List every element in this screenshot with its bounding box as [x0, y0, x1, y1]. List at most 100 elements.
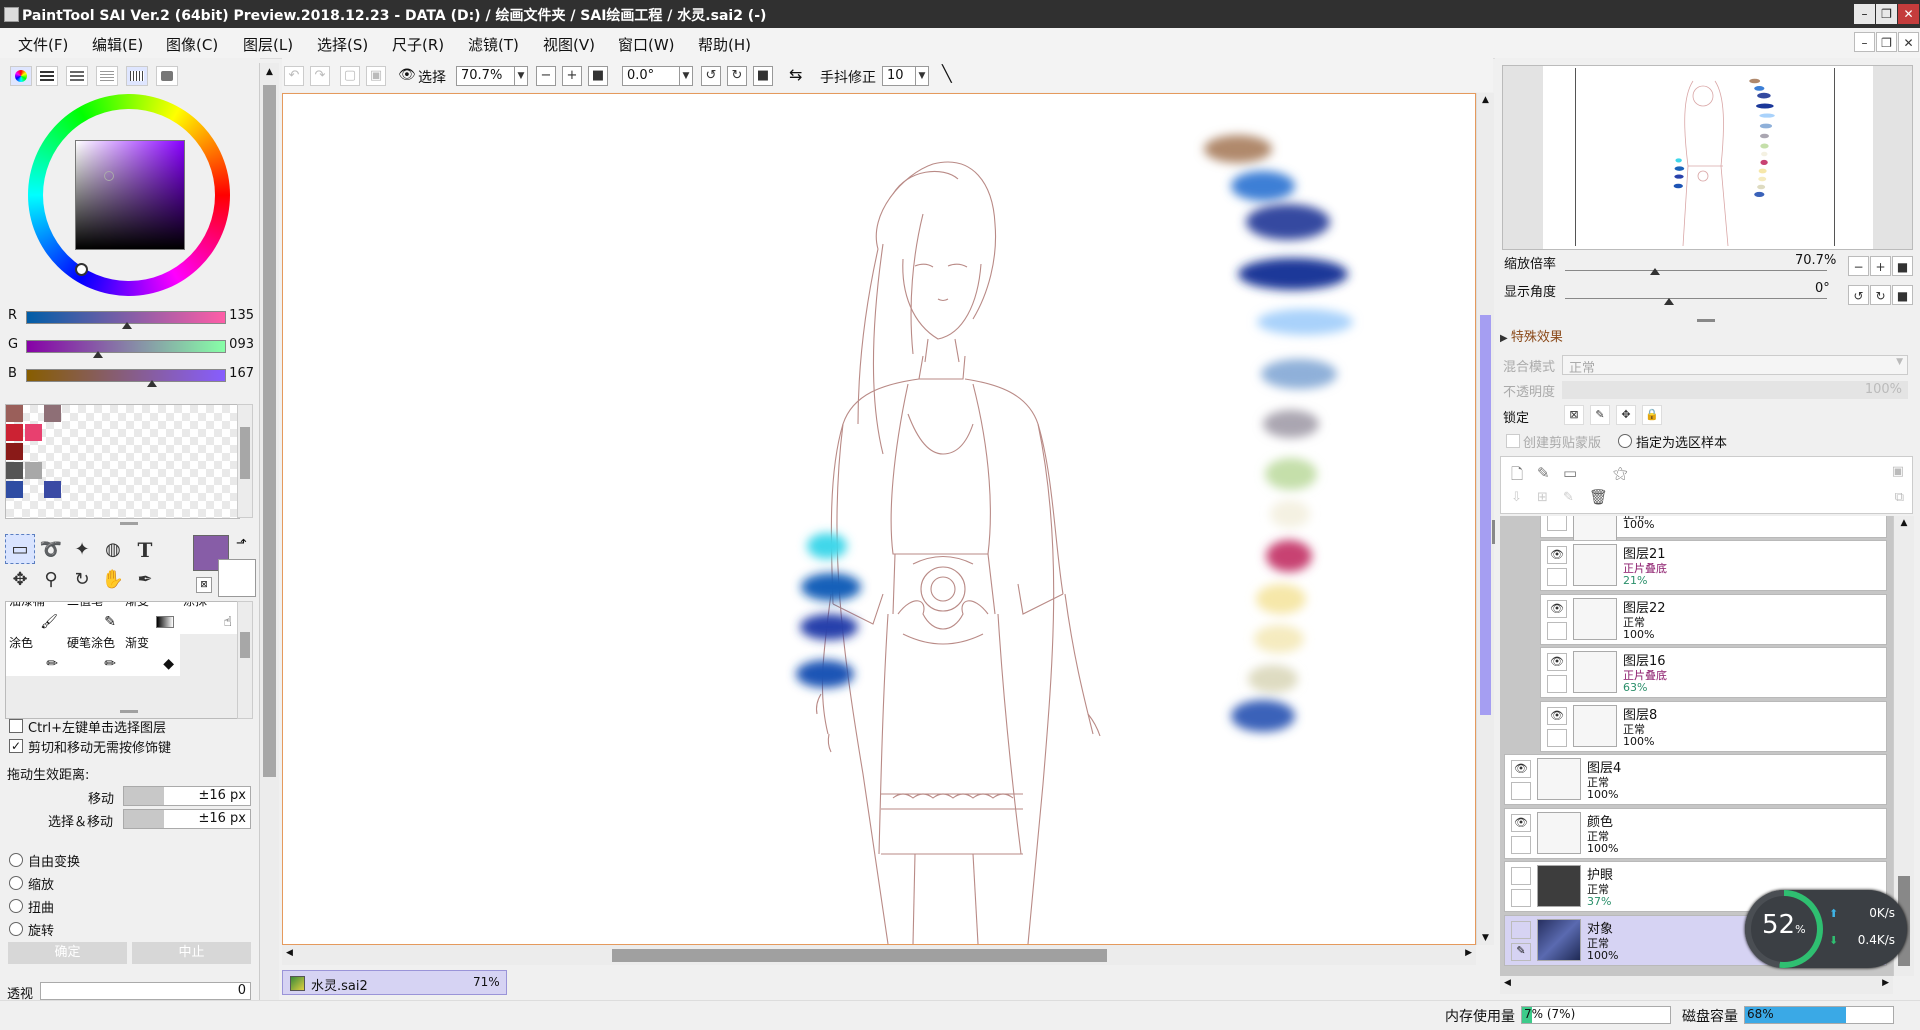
layer-select-checkbox[interactable] — [1511, 835, 1531, 854]
eye-icon[interactable]: 👁 — [1547, 706, 1567, 725]
zoom-icon[interactable]: ⚲ — [36, 564, 66, 594]
nav-rotate-left-button[interactable]: ↺ — [1848, 285, 1869, 305]
rotate-right-button[interactable]: ↻ — [727, 66, 747, 86]
ctrl-select-checkbox[interactable] — [9, 719, 23, 733]
eye-icon[interactable]: 👁 — [1547, 599, 1567, 618]
layer-select-checkbox[interactable] — [1547, 621, 1567, 640]
scale-radio[interactable] — [9, 876, 23, 890]
lock-move-icon[interactable]: ✥ — [1616, 405, 1636, 425]
sv-picker-handle[interactable] — [104, 171, 114, 181]
nav-angle-handle[interactable] — [1664, 298, 1674, 305]
selection-sample-radio[interactable] — [1618, 434, 1632, 448]
color-swatch[interactable] — [44, 481, 61, 498]
rotate-reset-button[interactable]: ■ — [753, 66, 773, 86]
eye-icon[interactable]: 👁 — [1547, 546, 1567, 564]
magic-wand-icon[interactable]: ✦ — [67, 534, 97, 564]
color-swatch[interactable] — [44, 424, 61, 441]
layer-item[interactable]: 正常100% — [1540, 516, 1887, 548]
color-swatch[interactable] — [25, 443, 42, 460]
eyedropper-icon[interactable]: ✒ — [130, 564, 160, 594]
rgb-slider-tab-icon[interactable] — [36, 66, 58, 86]
green-value[interactable]: 093 — [224, 337, 254, 352]
layer-hscrollbar[interactable]: ◀ ▶ — [1500, 976, 1893, 994]
layer-item[interactable]: 👁 图层8 正常 100% — [1540, 700, 1887, 752]
secondary-color-swatch[interactable] — [218, 559, 256, 597]
document-tab[interactable]: 水灵.sai2 71% — [282, 970, 507, 995]
layer-extra-icon[interactable]: ▣ — [1892, 464, 1904, 479]
free-transform-radio[interactable] — [9, 853, 23, 867]
move-icon[interactable]: ✥ — [5, 564, 35, 594]
hue-picker-handle[interactable] — [75, 263, 88, 276]
stop-button[interactable]: 中止 — [132, 942, 251, 964]
nav-zoom-in-button[interactable]: + — [1870, 256, 1891, 276]
green-slider-track[interactable] — [26, 340, 226, 353]
move-distance-field[interactable]: ±16 px — [123, 786, 251, 806]
rotate-icon[interactable]: ↻ — [67, 564, 97, 594]
canvas-drawing[interactable] — [283, 94, 1475, 944]
stabilizer-field[interactable]: 10 — [882, 66, 916, 86]
pen-icon[interactable]: ✎ — [1511, 942, 1531, 961]
color-swatch[interactable] — [6, 443, 23, 460]
brush-scrollbar[interactable] — [237, 601, 253, 719]
canvas-vscroll-thumb[interactable] — [1480, 315, 1491, 715]
zoom-dropdown-icon[interactable]: ▼ — [514, 66, 528, 86]
net-monitor-widget[interactable]: 52% ⬆ 0K/s ⬇ 0.4K/s — [1745, 890, 1907, 968]
menu-edit[interactable]: 编辑(E) — [92, 34, 143, 55]
blue-slider[interactable]: B 167 — [6, 364, 258, 387]
visibility-toggle[interactable] — [1511, 920, 1531, 939]
nav-angle-track[interactable] — [1565, 298, 1827, 299]
blue-slider-track[interactable] — [26, 369, 226, 382]
flip-horizontal-icon[interactable]: ⇆ — [789, 65, 802, 84]
brush-gradient-2[interactable]: 渐变 ◆ — [122, 634, 180, 676]
mixer-tab-icon[interactable] — [96, 66, 118, 86]
menu-select[interactable]: 选择(S) — [317, 34, 368, 55]
layer-effect-icon[interactable]: ⚝ — [1613, 464, 1628, 482]
new-pen-layer-icon[interactable]: ✎ — [1537, 464, 1550, 482]
new-set-icon[interactable]: ▭ — [1563, 464, 1577, 482]
deselect-button[interactable]: ▢ — [340, 66, 360, 86]
layer-select-checkbox[interactable] — [1547, 728, 1567, 747]
doc-restore-button[interactable]: ❐ — [1876, 32, 1897, 52]
nav-rotate-right-button[interactable]: ↻ — [1870, 285, 1891, 305]
color-wheel-tab-icon[interactable] — [10, 66, 32, 86]
clipping-mask-checkbox[interactable] — [1506, 434, 1520, 448]
scratchpad-tab-icon[interactable] — [156, 66, 178, 86]
blend-mode-select[interactable]: 正常 ▼ — [1562, 355, 1908, 376]
lasso-icon[interactable]: ➰ — [36, 534, 66, 564]
restore-button[interactable]: ❐ — [1876, 4, 1897, 24]
panel-splitter[interactable] — [1697, 319, 1715, 322]
nav-zoom-track[interactable] — [1565, 270, 1827, 271]
special-effects-header[interactable]: ▶ 特殊效果 — [1500, 326, 1563, 345]
eye-icon[interactable]: 👁 — [1511, 760, 1531, 778]
minimize-button[interactable]: – — [1854, 4, 1875, 24]
nav-rotate-reset-button[interactable]: ■ — [1892, 285, 1913, 305]
doc-close-button[interactable]: ✕ — [1898, 32, 1919, 52]
saturation-value-square[interactable] — [75, 140, 185, 250]
merge-down-icon[interactable]: ⇩ — [1511, 490, 1522, 505]
color-swatch[interactable] — [25, 424, 42, 441]
lock-paint-icon[interactable]: ✎ — [1590, 405, 1610, 425]
brush-binary-pen[interactable]: 二值笔 ✎ — [64, 602, 122, 634]
zoom-reset-button[interactable]: ■ — [588, 66, 608, 86]
rotate-radio[interactable] — [9, 922, 23, 936]
zoom-in-button[interactable]: + — [562, 66, 582, 86]
zoom-field[interactable]: 70.7% — [456, 66, 516, 86]
redo-button[interactable]: ↷ — [310, 66, 330, 86]
navigator-preview[interactable] — [1502, 65, 1913, 250]
trash-icon[interactable]: 🗑 — [1589, 488, 1608, 506]
layer-item[interactable]: 👁 图层4 正常 100% — [1504, 754, 1887, 805]
brush-gradient[interactable]: 渐变 — [122, 602, 180, 634]
layer-select-checkbox[interactable] — [1511, 889, 1531, 907]
nav-zoom-reset-button[interactable]: ■ — [1892, 256, 1913, 276]
ok-button[interactable]: 确定 — [8, 942, 127, 964]
angle-dropdown-icon[interactable]: ▼ — [679, 66, 693, 86]
doc-minimize-button[interactable]: – — [1854, 32, 1875, 52]
menu-filter[interactable]: 滤镜(T) — [468, 34, 519, 55]
eye-icon[interactable]: 👁 — [398, 67, 416, 83]
layer-extra-icon-2[interactable]: ⧉ — [1895, 490, 1904, 505]
red-value[interactable]: 135 — [224, 308, 254, 323]
layer-select-checkbox[interactable] — [1547, 675, 1567, 693]
left-panel-scrollbar[interactable]: ▲ — [259, 63, 279, 1000]
text-icon[interactable]: T — [130, 534, 160, 564]
red-slider-handle[interactable] — [122, 322, 132, 329]
